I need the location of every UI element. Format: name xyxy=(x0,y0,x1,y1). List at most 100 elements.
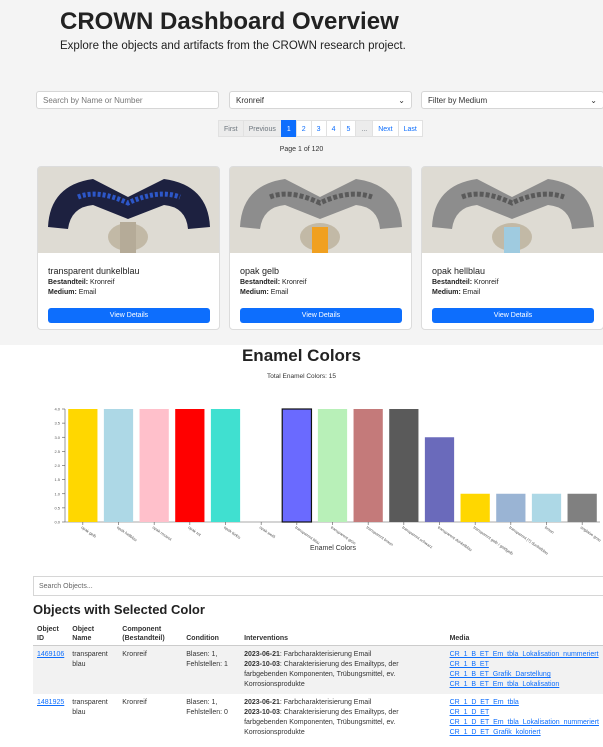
card-component: Bestandteil: Kronreif xyxy=(432,279,499,286)
pagination-page-2[interactable]: 2 xyxy=(295,120,312,137)
media-link[interactable]: CR_1_D_ET_Em_tbla_Lokalisation_nummerier… xyxy=(450,719,599,726)
view-details-button[interactable]: View Details xyxy=(240,308,402,323)
object-id-link[interactable]: 1469106 xyxy=(37,651,64,658)
x-tick-label: transparent gelb / goldgelb xyxy=(473,525,515,557)
card-component: Bestandteil: Kronreif xyxy=(48,279,115,286)
media-link[interactable]: CR_1_B_ET_Grafik_Darstellung xyxy=(450,671,551,678)
pagination-previous[interactable]: Previous xyxy=(242,120,282,137)
media-link[interactable]: CR_1_B_ET_Em_tbla_Lokalisation_nummerier… xyxy=(450,651,599,658)
intervention-date: 2023-06-21 xyxy=(244,651,280,658)
bar[interactable] xyxy=(389,409,419,522)
object-media: CR_1_D_ET_Em_tbla CR_1_D_ET CR_1_D_ET_Em… xyxy=(446,694,603,742)
card-component-label: Bestandteil: xyxy=(432,279,473,286)
card-medium-label: Medium: xyxy=(48,289,77,296)
column-header-component: Component (Bestandteil) xyxy=(118,623,183,646)
x-tick-label: opak rot xyxy=(187,525,202,538)
pagination-first[interactable]: First xyxy=(218,120,244,137)
media-link[interactable]: CR_1_D_ET xyxy=(450,709,490,716)
bar[interactable] xyxy=(317,409,348,522)
y-tick-label: 0.0 xyxy=(54,520,60,525)
card-image[interactable] xyxy=(38,167,219,253)
pagination-page-1[interactable]: 1 xyxy=(280,120,297,137)
intervention-date: 2023-10-03 xyxy=(244,709,280,716)
x-tick-label: opak rosarot xyxy=(152,525,174,542)
pagination-last[interactable]: Last xyxy=(397,120,423,137)
pagination-page-3[interactable]: 3 xyxy=(310,120,327,137)
media-link[interactable]: CR_1_B_ET xyxy=(450,661,489,668)
intervention-text: Farbcharakterisierung Email xyxy=(283,651,372,658)
x-tick-label: opak türkis xyxy=(223,525,242,540)
object-search-input[interactable]: Search Objects... xyxy=(33,576,603,596)
enamel-colors-bar-chart: 0.0 0.5 1.0 1.5 2.0 2.5 3.0 3.5 4.0 opak gelb opak… xyxy=(54,407,602,557)
bar[interactable] xyxy=(567,493,597,522)
object-id-link[interactable]: 1481925 xyxy=(37,699,64,706)
media-link[interactable]: CR_1_D_ET_Grafik_koloriert xyxy=(450,729,541,736)
media-link[interactable]: CR_1_B_ET_Em_tbla_Lokalisation xyxy=(450,681,560,688)
chevron-down-icon: ⌄ xyxy=(398,96,405,105)
bar[interactable] xyxy=(460,493,490,522)
intervention-date: 2023-06-21 xyxy=(244,699,280,706)
pagination-page-5[interactable]: 5 xyxy=(340,120,357,137)
card-medium-value: Email xyxy=(270,289,289,296)
card-medium: Medium: Email xyxy=(432,289,480,296)
bar[interactable] xyxy=(531,493,562,522)
view-details-button[interactable]: View Details xyxy=(432,308,594,323)
bar[interactable] xyxy=(68,409,98,522)
card-medium-label: Medium: xyxy=(432,289,461,296)
card-medium-value: Email xyxy=(462,289,481,296)
y-tick-label: 1.5 xyxy=(54,477,60,482)
card-component-label: Bestandteil: xyxy=(240,279,281,286)
object-interventions: 2023-06-21: Farbcharakterisierung Email … xyxy=(240,645,446,694)
medium-select-value: Filter by Medium xyxy=(428,96,488,105)
x-tick-label: transparent dunkelblau xyxy=(437,525,473,552)
intervention-date: 2023-10-03 xyxy=(244,661,280,668)
object-component: Kronreif xyxy=(122,699,147,706)
x-tick-label: opak gelb xyxy=(80,525,98,539)
bar[interactable] xyxy=(175,409,205,522)
card-component-value: Kronreif xyxy=(90,279,115,286)
column-header-interventions: Interventions xyxy=(240,623,446,646)
object-card: transparent dunkelblau Bestandteil: Kron… xyxy=(37,166,220,330)
bar[interactable] xyxy=(353,409,383,522)
x-tick-label: transparent grün xyxy=(330,525,357,546)
object-card: opak gelb Bestandteil: Kronreif Medium: … xyxy=(229,166,412,330)
card-title: opak hellblau xyxy=(432,266,486,276)
crown-artifact-image xyxy=(230,167,411,253)
x-tick-label: transparent blau xyxy=(294,525,321,546)
y-tick-label: 1.0 xyxy=(54,491,60,496)
bar[interactable] xyxy=(281,408,313,523)
view-details-button[interactable]: View Details xyxy=(48,308,210,323)
column-header-id: Object ID xyxy=(33,623,69,646)
x-tick-label: transparent braun xyxy=(366,525,395,547)
card-image[interactable] xyxy=(230,167,411,253)
chart-title: Enamel Colors xyxy=(241,346,362,365)
column-header-media: Media xyxy=(445,623,603,646)
pagination-page-4[interactable]: 4 xyxy=(325,120,342,137)
crown-artifact-image xyxy=(422,167,603,253)
card-component-value: Kronreif xyxy=(474,279,499,286)
bar[interactable] xyxy=(496,493,526,522)
column-header-name: Object Name xyxy=(68,623,119,646)
component-select[interactable]: Kronreif ⌄ xyxy=(229,91,412,109)
card-component: Bestandteil: Kronreif xyxy=(240,279,307,286)
bar[interactable] xyxy=(139,409,169,522)
search-input[interactable]: Search by Name or Number xyxy=(36,91,219,109)
card-component-label: Bestandteil: xyxy=(48,279,89,286)
medium-select[interactable]: Filter by Medium ⌄ xyxy=(421,91,603,109)
card-title: opak gelb xyxy=(240,266,280,276)
card-medium: Medium: Email xyxy=(48,289,96,296)
bar[interactable] xyxy=(103,409,134,522)
pagination-next[interactable]: Next xyxy=(372,120,399,137)
bar[interactable] xyxy=(210,409,241,522)
object-condition: Blasen: 1, Fehlstellen: 1 xyxy=(182,645,241,694)
card-image[interactable] xyxy=(422,167,603,253)
intervention-text: Farbcharakterisierung Email xyxy=(283,699,372,706)
y-tick-label: 3.5 xyxy=(54,421,60,426)
bar[interactable] xyxy=(424,437,455,522)
media-link[interactable]: CR_1_D_ET_Em_tbla xyxy=(450,699,519,706)
objects-table: Object ID Object Name Component (Bestand… xyxy=(33,623,603,742)
object-media: CR_1_B_ET_Em_tbla_Lokalisation_nummerier… xyxy=(445,645,603,694)
dashboard-header-section: CROWN Dashboard Overview Explore the obj… xyxy=(0,0,603,345)
chart-subtitle: Total Enamel Colors: 15 xyxy=(266,373,336,380)
objects-section-title: Objects with Selected Color xyxy=(33,602,205,617)
